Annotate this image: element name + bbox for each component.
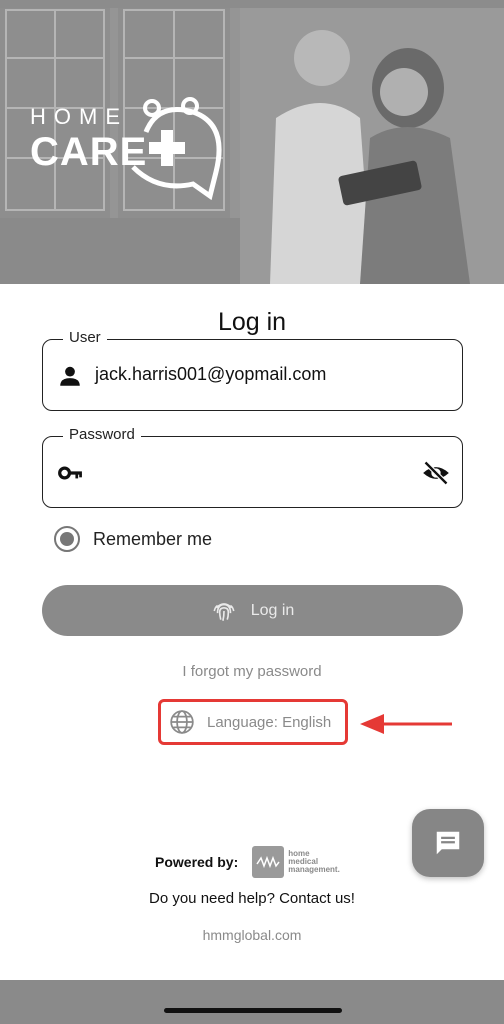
language-button-label: Language: English — [207, 713, 332, 731]
fingerprint-icon — [213, 602, 235, 621]
login-button[interactable]: Log in — [42, 585, 463, 636]
user-field[interactable]: User jack.harris001@yopmail.com — [42, 329, 463, 411]
help-contact-link[interactable]: Do you need help? Contact us! — [0, 890, 504, 907]
password-field-label: Password — [63, 426, 141, 443]
user-input[interactable]: jack.harris001@yopmail.com — [95, 364, 326, 385]
hmm-logo-mark — [252, 846, 285, 878]
user-icon — [60, 366, 80, 386]
powered-by: Powered by: home medical management. — [155, 845, 340, 879]
logo-text-care: CARE — [30, 130, 148, 174]
powered-by-label: Powered by: — [155, 854, 239, 870]
language-button[interactable]: Language: English — [158, 699, 348, 745]
globe-icon — [170, 710, 194, 734]
forgot-password-link[interactable]: I forgot my password — [0, 663, 504, 680]
remember-label: Remember me — [93, 528, 213, 549]
eye-off-icon[interactable] — [422, 459, 450, 487]
website-link[interactable]: hmmglobal.com — [0, 927, 504, 943]
hmm-logo-text: home medical management. — [288, 849, 340, 874]
remember-me-toggle[interactable]: Remember me — [54, 526, 212, 552]
home-indicator[interactable] — [164, 1008, 342, 1013]
login-button-label: Log in — [250, 601, 295, 619]
hero-banner: HOME CARE — [0, 8, 504, 284]
chat-button[interactable] — [412, 809, 484, 877]
remember-radio[interactable] — [54, 526, 80, 552]
homecare-logo: HOME CARE — [28, 92, 228, 202]
logo-text-home: HOME — [30, 104, 128, 129]
key-icon — [58, 466, 82, 480]
bottom-bar — [0, 980, 504, 1024]
status-strip — [0, 0, 504, 8]
chat-icon — [436, 831, 460, 855]
user-field-label: User — [63, 329, 107, 346]
annotation-arrow — [360, 714, 452, 734]
password-field[interactable]: Password — [42, 426, 463, 508]
hmm-logo: home medical management. — [252, 846, 340, 878]
